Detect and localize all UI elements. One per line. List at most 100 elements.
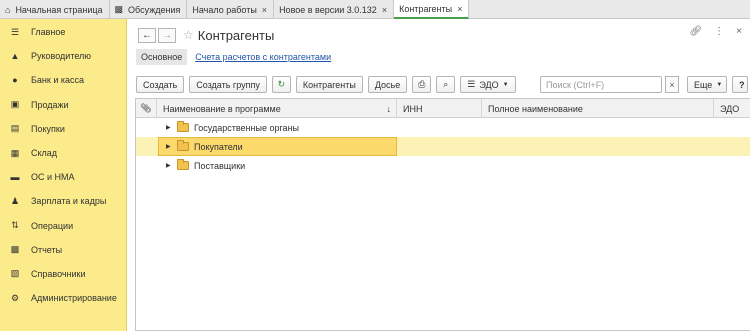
- truck-icon: ▬: [10, 172, 20, 183]
- tab-home[interactable]: ⌂ Начальная страница: [0, 0, 110, 19]
- sidebar-item-operations[interactable]: ⇅ Операции: [0, 214, 126, 238]
- edo-dropdown[interactable]: ☰ ЭДО ▼: [460, 76, 516, 93]
- create-group-button[interactable]: Создать группу: [189, 76, 267, 93]
- refresh-icon[interactable]: ↻: [271, 76, 291, 93]
- main-panel: ← → ☆ Контрагенты 🔗︎ ⋮ × Основное Счета …: [128, 19, 750, 331]
- paperclip-icon[interactable]: 📎︎: [136, 99, 157, 118]
- column-header-inn[interactable]: ИНН: [397, 99, 482, 118]
- sidebar-item-payroll[interactable]: ♟ Зарплата и кадры: [0, 189, 126, 213]
- sidebar-item-reports[interactable]: ▩ Отчеты: [0, 238, 126, 262]
- sidebar-item-label: Операции: [31, 220, 74, 231]
- column-header-name[interactable]: Наименование в программе ↓: [157, 99, 397, 118]
- sidebar-item-label: Банк и касса: [31, 75, 84, 86]
- tab-whats-new[interactable]: Новое в версии 3.0.132 ×: [274, 0, 395, 19]
- menu-icon: ☰: [10, 26, 20, 37]
- chevron-down-icon: ▼: [502, 81, 509, 88]
- sort-arrow-icon: ↓: [386, 103, 392, 114]
- tab-label: Обсуждения: [128, 4, 181, 15]
- counterparties-table: 📎︎ Наименование в программе ↓ ИНН Полное…: [135, 98, 750, 331]
- folder-icon: [177, 159, 189, 170]
- reports-icon: ▩: [10, 244, 20, 255]
- dossier-button[interactable]: Досье: [367, 76, 408, 93]
- more-button[interactable]: Еще ▼: [687, 76, 727, 93]
- operations-icon: ⇅: [11, 220, 19, 231]
- column-header-label: Наименование в программе: [163, 103, 281, 114]
- command-bar: Создать Создать группу ↻ Контрагенты Дос…: [136, 76, 521, 93]
- expand-arrow-icon[interactable]: ▶: [166, 143, 171, 150]
- table-header: 📎︎ Наименование в программе ↓ ИНН Полное…: [136, 99, 750, 118]
- attachment-icon[interactable]: ⌕: [436, 76, 456, 93]
- sidebar-item-label: ОС и НМА: [31, 172, 75, 183]
- warehouse-icon: ▦: [10, 147, 20, 158]
- sidebar-item-label: Зарплата и кадры: [31, 196, 107, 207]
- sidebar-item-label: Справочники: [31, 268, 86, 279]
- row-label: Поставщики: [194, 160, 246, 171]
- star-icon[interactable]: ☆: [183, 28, 194, 42]
- close-icon[interactable]: ×: [736, 26, 742, 37]
- sidebar-item-manager[interactable]: ▲ Руководителю: [0, 44, 126, 68]
- edo-label: ЭДО: [479, 79, 499, 90]
- gear-icon: ⚙: [10, 292, 20, 303]
- column-header-full-name[interactable]: Полное наименование: [482, 99, 714, 118]
- search-input[interactable]: Поиск (Ctrl+F): [540, 76, 662, 93]
- sidebar-item-references[interactable]: ▧ Справочники: [0, 262, 126, 286]
- row-label: Государственные органы: [194, 122, 300, 133]
- back-button[interactable]: ←: [138, 27, 156, 43]
- sidebar-item-purchases[interactable]: ▤ Покупки: [0, 117, 126, 141]
- form-subtabs: Основное Счета расчетов с контрагентами: [136, 48, 331, 65]
- tab-label: Начальная страница: [15, 4, 103, 15]
- tab-getting-started[interactable]: Начало работы ×: [187, 0, 275, 19]
- close-icon[interactable]: ×: [262, 5, 267, 15]
- people-icon: ♟: [10, 195, 20, 206]
- sidebar-item-warehouse[interactable]: ▦ Склад: [0, 141, 126, 165]
- forward-button[interactable]: →: [158, 27, 176, 43]
- help-button[interactable]: ?: [732, 76, 748, 93]
- folder-icon: [177, 140, 189, 151]
- close-icon[interactable]: ×: [457, 4, 462, 14]
- close-icon[interactable]: ×: [382, 5, 387, 15]
- chart-icon: ▲: [10, 51, 20, 62]
- form-header: ← → ☆ Контрагенты: [138, 26, 274, 44]
- more-label: Еще: [694, 79, 713, 90]
- page-title: Контрагенты: [197, 27, 275, 43]
- window-tabbar: ⌂ Начальная страница ▩ Обсуждения Начало…: [0, 0, 750, 19]
- counterparties-button[interactable]: Контрагенты: [295, 76, 363, 93]
- tab-label: Новое в версии 3.0.132: [279, 4, 377, 15]
- sidebar-item-label: Администрирование: [31, 293, 117, 304]
- sidebar: ☰ Главное ▲ Руководителю ● Банк и касса …: [0, 19, 127, 331]
- expand-arrow-icon[interactable]: ▶: [166, 162, 171, 169]
- subtab-accounts-link[interactable]: Счета расчетов с контрагентами: [195, 52, 331, 62]
- tab-label: Контрагенты: [399, 3, 453, 14]
- bag-icon: ▣: [10, 99, 20, 110]
- tab-discussions[interactable]: ▩ Обсуждения: [110, 0, 188, 19]
- sidebar-item-bank[interactable]: ● Банк и касса: [0, 68, 126, 92]
- subtab-main[interactable]: Основное: [136, 48, 188, 65]
- tab-label: Начало работы: [192, 4, 257, 15]
- chevron-down-icon: ▼: [716, 81, 723, 88]
- sidebar-item-sales[interactable]: ▣ Продажи: [0, 93, 126, 117]
- edo-icon: ☰: [467, 79, 476, 89]
- sidebar-item-label: Главное: [31, 27, 66, 38]
- sidebar-item-label: Продажи: [31, 99, 69, 110]
- sidebar-item-main[interactable]: ☰ Главное: [0, 20, 126, 44]
- sidebar-item-label: Покупки: [31, 123, 65, 134]
- coin-icon: ●: [12, 75, 18, 86]
- expand-arrow-icon[interactable]: ▶: [166, 124, 171, 131]
- link-icon[interactable]: 🔗︎: [689, 26, 702, 37]
- column-header-edo[interactable]: ЭДО: [714, 99, 750, 118]
- table-row[interactable]: ▶ Поставщики: [136, 156, 750, 175]
- print-icon[interactable]: ⎙: [412, 76, 432, 93]
- folder-icon: [177, 121, 189, 132]
- create-button[interactable]: Создать: [136, 76, 185, 93]
- tab-counterparties[interactable]: Контрагенты ×: [394, 0, 470, 19]
- sidebar-item-assets[interactable]: ▬ ОС и НМА: [0, 165, 126, 189]
- table-row[interactable]: ▶ Покупатели: [136, 137, 750, 156]
- table-row[interactable]: ▶ Государственные органы: [136, 118, 750, 137]
- more-options-icon[interactable]: ⋮: [714, 26, 724, 37]
- sidebar-item-label: Руководителю: [31, 51, 92, 62]
- books-icon: ▧: [10, 268, 20, 279]
- sidebar-item-label: Склад: [31, 148, 58, 159]
- cart-icon: ▤: [10, 123, 20, 134]
- sidebar-item-admin[interactable]: ⚙ Администрирование: [0, 286, 126, 310]
- search-clear-button[interactable]: ×: [665, 76, 679, 93]
